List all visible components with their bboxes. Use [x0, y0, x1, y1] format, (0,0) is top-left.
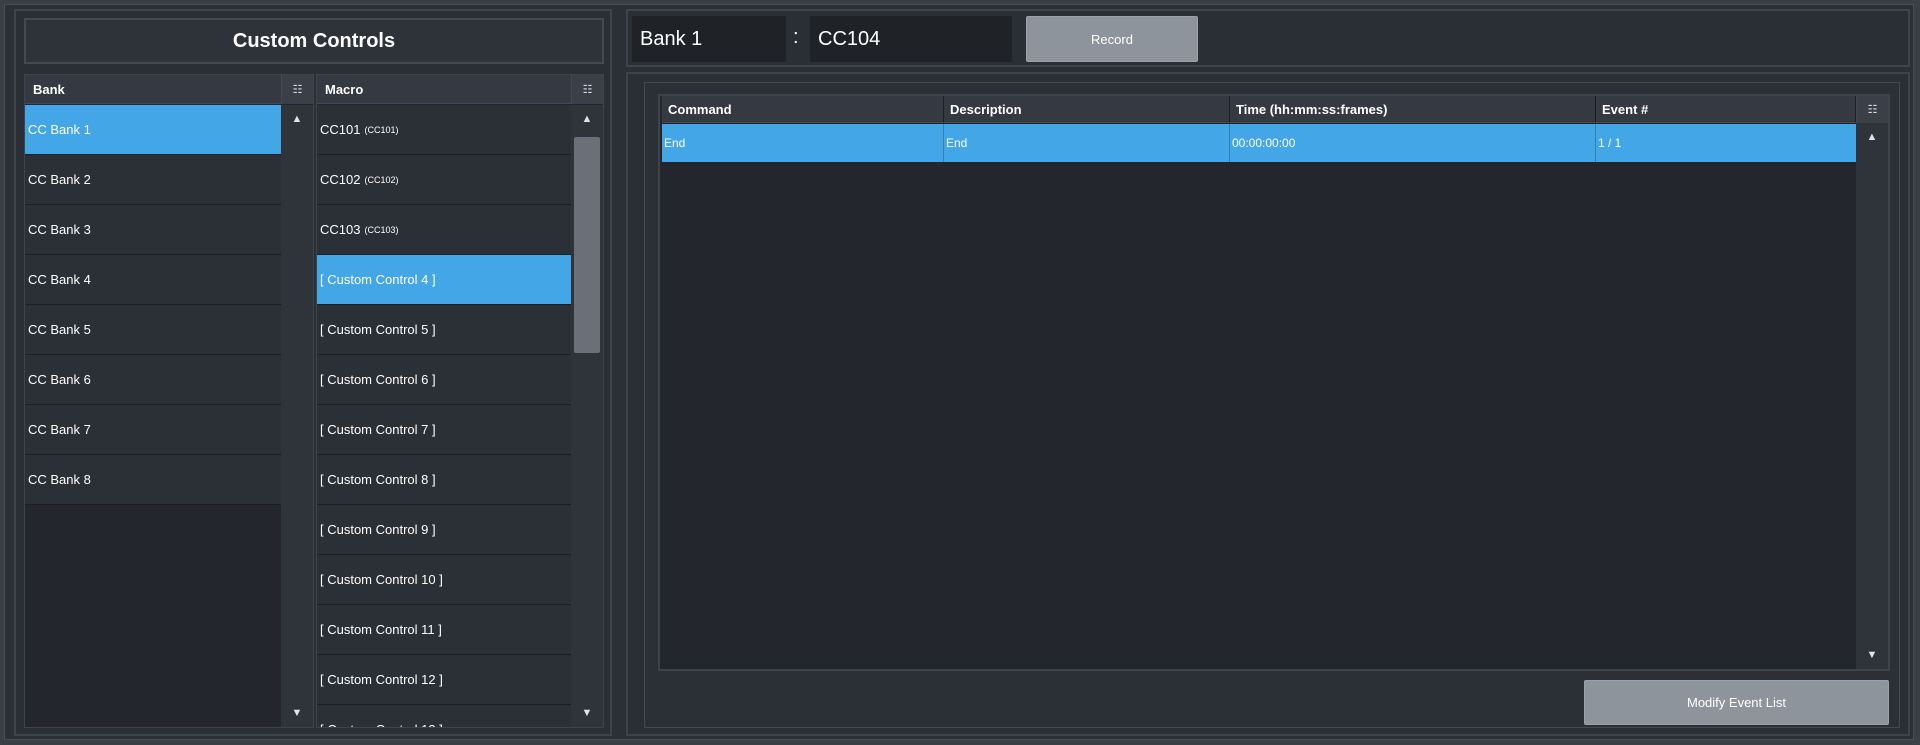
list-item[interactable]: CC Bank 4 — [25, 255, 281, 305]
column-header-event[interactable]: Event # — [1596, 96, 1856, 123]
list-item-label: CC101 — [320, 122, 361, 137]
event-table: Command Description Time (hh:mm:ss:frame… — [658, 94, 1890, 671]
macro-list: Macro ☷ CC101 (CC101) CC102 (CC102) CC103 (CC… — [316, 74, 604, 728]
scroll-down-icon[interactable]: ▼ — [571, 707, 603, 719]
macro-scrollbar[interactable]: ▲ ▼ — [571, 105, 603, 727]
list-item-label: [ Custom Control 6 ] — [320, 372, 436, 387]
list-item-label: CC Bank 2 — [28, 172, 91, 187]
list-item-label: CC Bank 7 — [28, 422, 91, 437]
list-item-label: [ Custom Control 10 ] — [320, 572, 443, 587]
list-item[interactable]: [ Custom Control 7 ] — [317, 405, 571, 455]
list-item-label: CC Bank 1 — [28, 122, 91, 137]
cell-description: End — [944, 124, 1230, 162]
column-menu-icon[interactable]: ☷ — [1856, 96, 1888, 123]
event-scrollbar[interactable]: ▲ ▼ — [1856, 123, 1888, 669]
scrollbar-thumb[interactable] — [574, 137, 600, 353]
list-item-label: [ Custom Control 11 ] — [320, 622, 442, 637]
bank-column-label: Bank — [33, 82, 65, 97]
list-item[interactable]: CC101 (CC101) — [317, 105, 571, 155]
modify-event-list-button[interactable]: Modify Event List — [1584, 680, 1889, 725]
list-item[interactable]: CC Bank 8 — [25, 455, 281, 505]
list-item[interactable]: CC Bank 1 — [25, 105, 281, 155]
list-item[interactable]: CC102 (CC102) — [317, 155, 571, 205]
column-header-time[interactable]: Time (hh:mm:ss:frames) — [1230, 96, 1596, 123]
bank-list-header: Bank — [25, 75, 313, 104]
list-item-id: (CC101) — [364, 124, 399, 135]
macro-rows: CC101 (CC101) CC102 (CC102) CC103 (CC103)[ Cu… — [317, 105, 571, 727]
list-item-label: CC Bank 8 — [28, 472, 91, 487]
list-item[interactable]: [ Custom Control 4 ] — [317, 255, 571, 305]
scroll-up-icon[interactable]: ▲ — [1856, 131, 1888, 143]
list-item[interactable]: CC Bank 2 — [25, 155, 281, 205]
list-item[interactable]: CC Bank 3 — [25, 205, 281, 255]
scroll-up-icon[interactable]: ▲ — [571, 113, 603, 125]
list-item[interactable]: [ Custom Control 5 ] — [317, 305, 571, 355]
list-item-label: CC Bank 4 — [28, 272, 91, 287]
scroll-up-icon[interactable]: ▲ — [281, 113, 313, 125]
list-item[interactable]: [ Custom Control 8 ] — [317, 455, 571, 505]
list-item-id: (CC103) — [364, 224, 399, 235]
column-menu-icon[interactable]: ☷ — [571, 75, 603, 104]
bank-name-field[interactable]: Bank 1 — [632, 16, 786, 62]
list-item-label: [ Custom Control 12 ] — [320, 672, 443, 687]
list-item-label: CC103 — [320, 222, 361, 237]
bank-rows: CC Bank 1 CC Bank 2 CC Bank 3 CC Bank 4 CC B… — [25, 105, 281, 505]
macro-list-header: Macro — [317, 75, 603, 104]
list-item[interactable]: CC103 (CC103) — [317, 205, 571, 255]
list-item[interactable]: [ Custom Control 13 ] — [317, 705, 571, 727]
list-item-label: CC102 — [320, 172, 361, 187]
list-item-label: [ Custom Control 13 ] — [320, 722, 443, 727]
list-item[interactable]: CC Bank 6 — [25, 355, 281, 405]
list-item-label: [ Custom Control 5 ] — [320, 322, 436, 337]
list-item-label: [ Custom Control 7 ] — [320, 422, 436, 437]
page-title: Custom Controls — [24, 18, 604, 64]
cell-event-number: 1 / 1 — [1598, 136, 1622, 150]
cell-time: 00:00:00:00 — [1230, 124, 1596, 162]
list-item[interactable]: [ Custom Control 10 ] — [317, 555, 571, 605]
list-item[interactable]: CC Bank 5 — [25, 305, 281, 355]
column-header-description[interactable]: Description — [944, 96, 1230, 123]
list-item-label: CC Bank 5 — [28, 322, 91, 337]
macro-column-label: Macro — [325, 82, 364, 97]
list-item[interactable]: [ Custom Control 6 ] — [317, 355, 571, 405]
field-separator: : — [793, 26, 799, 48]
list-item-label: [ Custom Control 4 ] — [320, 272, 436, 287]
list-item-label: [ Custom Control 9 ] — [320, 522, 436, 537]
macro-name-field[interactable]: CC104 — [810, 16, 1012, 62]
list-item-label: CC Bank 3 — [28, 222, 91, 237]
list-item[interactable]: CC Bank 7 — [25, 405, 281, 455]
bank-scrollbar[interactable]: ▲ ▼ — [281, 105, 313, 727]
list-item-label: CC Bank 6 — [28, 372, 91, 387]
record-button[interactable]: Record — [1026, 16, 1198, 62]
list-item[interactable]: [ Custom Control 12 ] — [317, 655, 571, 705]
column-menu-icon[interactable]: ☷ — [281, 75, 313, 104]
list-item[interactable]: [ Custom Control 11 ] — [317, 605, 571, 655]
table-row[interactable]: End End 00:00:00:00 1 / 1 — [662, 124, 1856, 162]
cell-command: End — [662, 124, 944, 162]
list-item[interactable]: [ Custom Control 9 ] — [317, 505, 571, 555]
column-header-command[interactable]: Command — [662, 96, 944, 123]
scroll-down-icon[interactable]: ▼ — [1856, 649, 1888, 661]
list-item-id: (CC102) — [364, 174, 399, 185]
bank-list: Bank ☷ CC Bank 1 CC Bank 2 CC Bank 3 CC Ban… — [24, 74, 314, 728]
list-item-label: [ Custom Control 8 ] — [320, 472, 436, 487]
scroll-down-icon[interactable]: ▼ — [281, 707, 313, 719]
